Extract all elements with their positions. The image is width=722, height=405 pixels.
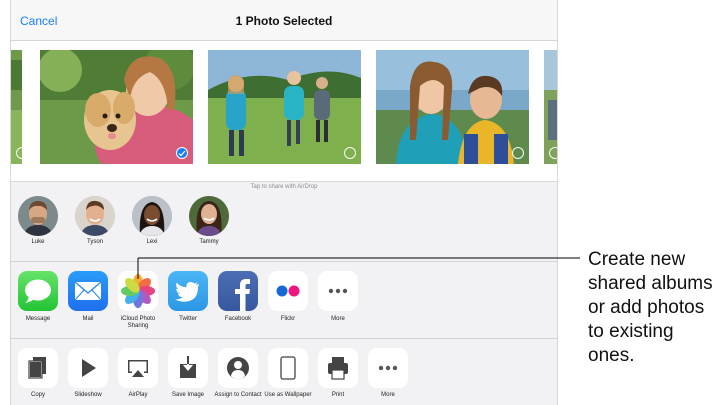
callout-text: Create new shared albums or add photos t… (588, 249, 713, 366)
